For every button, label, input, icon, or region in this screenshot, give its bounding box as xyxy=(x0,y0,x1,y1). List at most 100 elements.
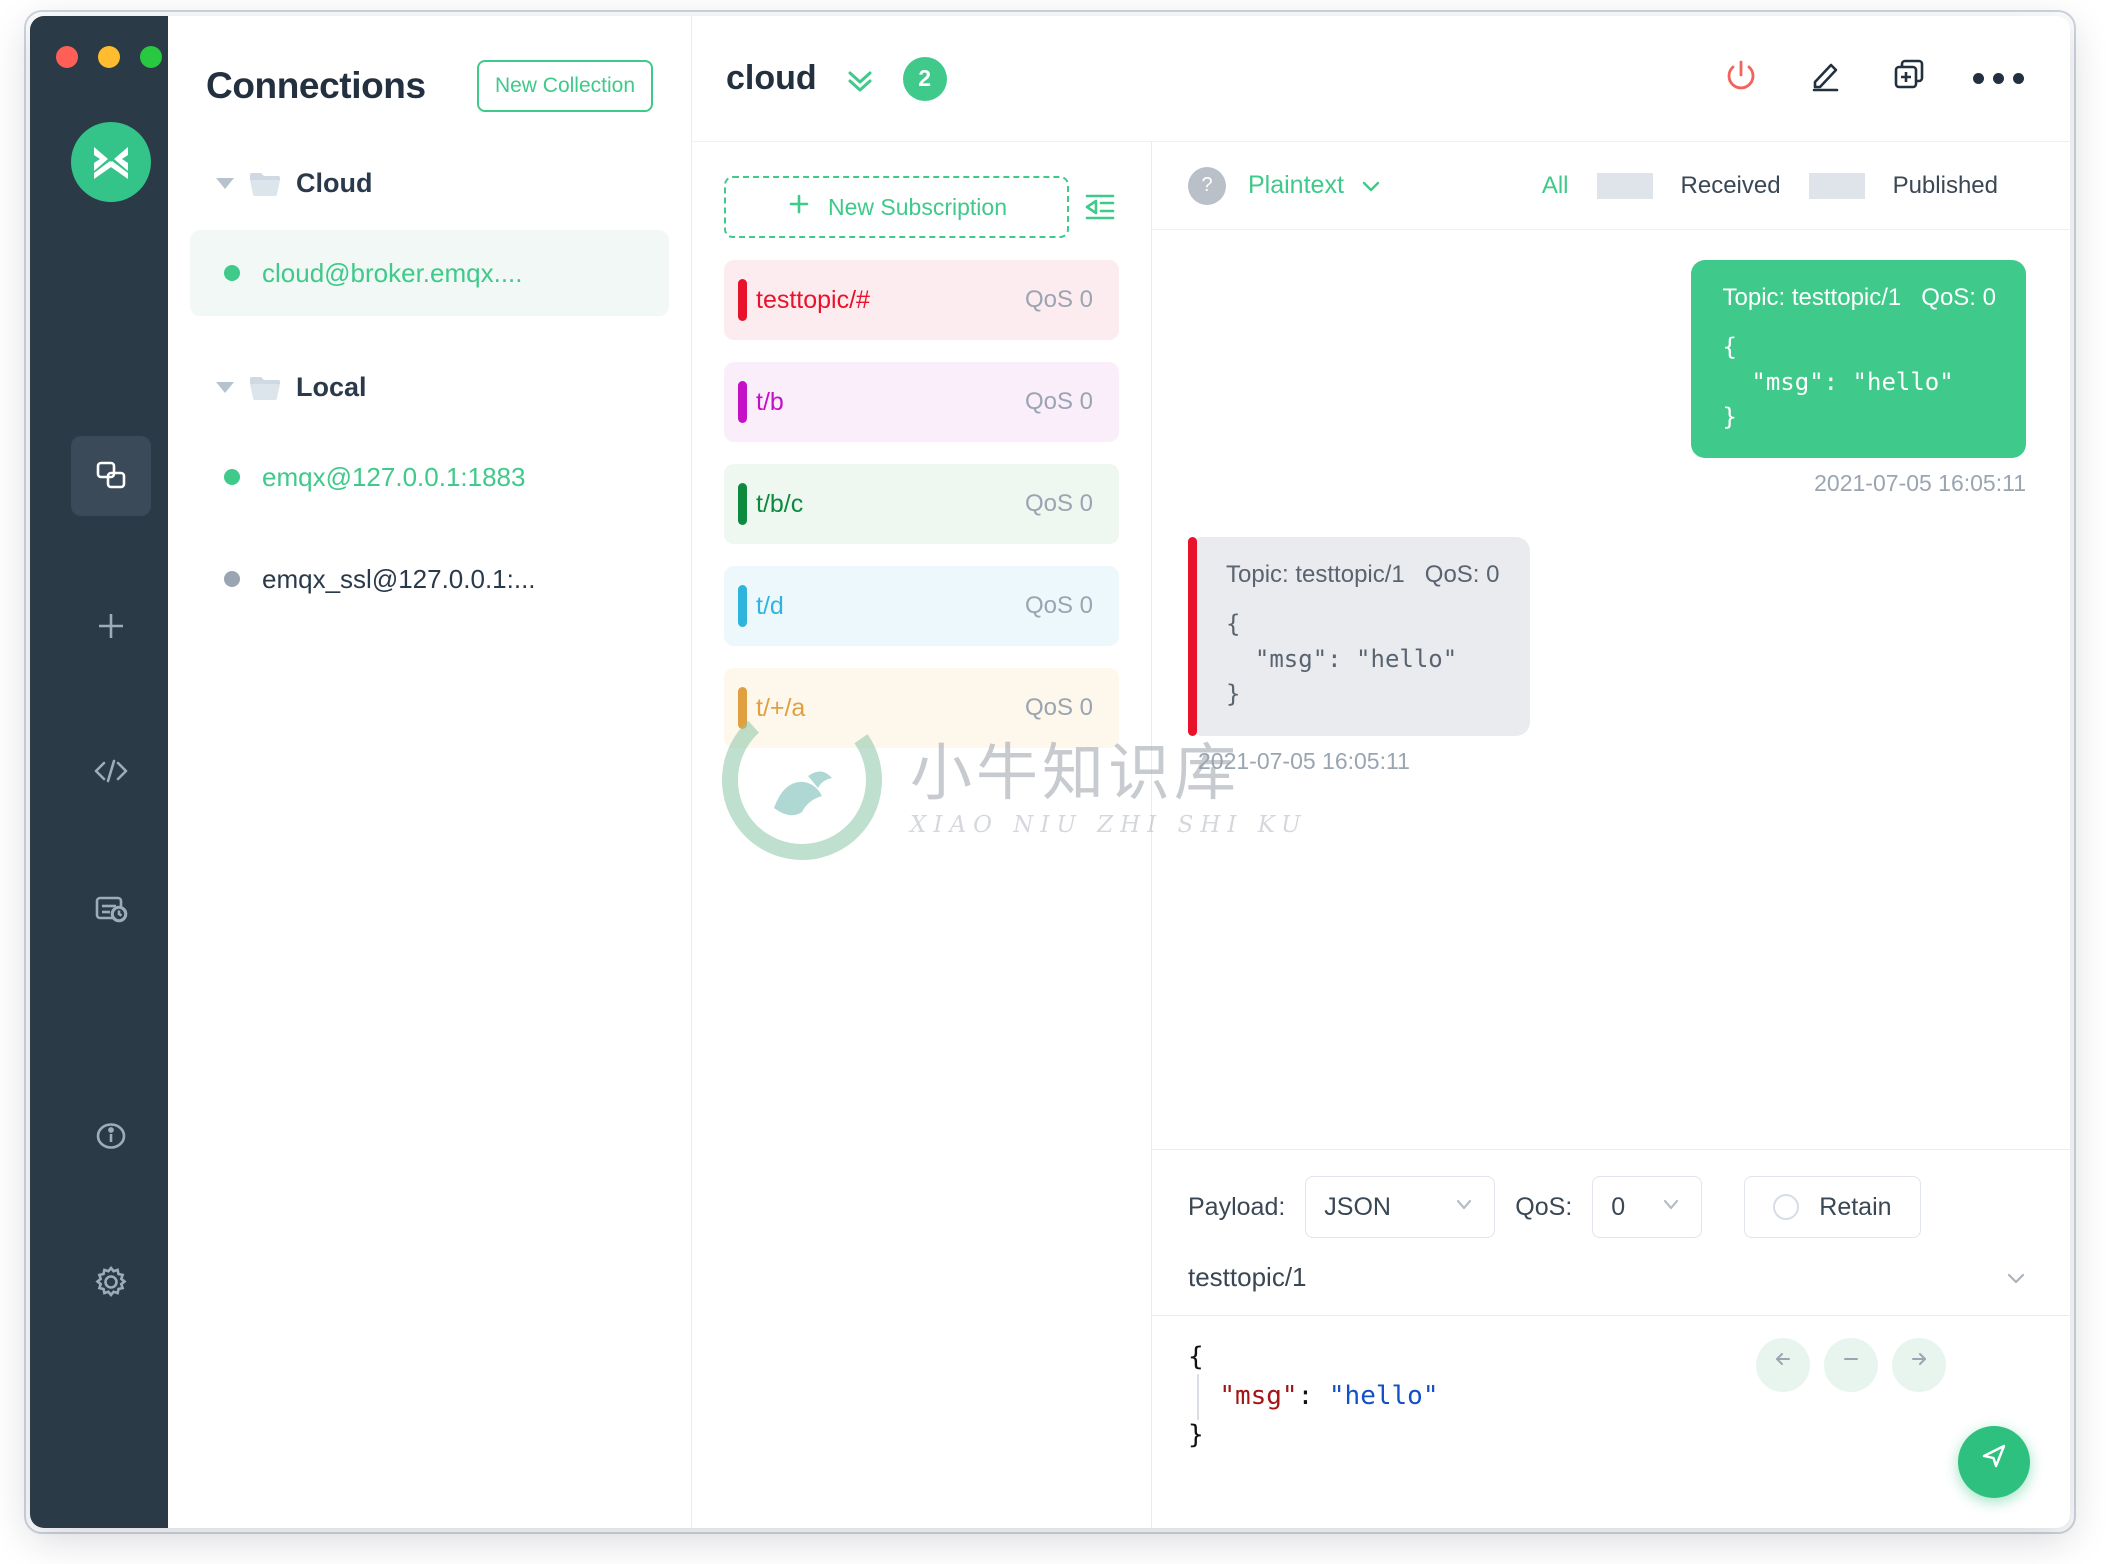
divider xyxy=(1808,172,1865,199)
subscription-topic: t/d xyxy=(756,591,784,620)
new-window-icon xyxy=(1889,56,1929,101)
editor-minus-icon xyxy=(1837,1345,1865,1385)
message-list[interactable]: Topic: testtopic/1 QoS: 0 { "msg": "hell… xyxy=(1152,230,2070,1149)
chevron-down-icon[interactable] xyxy=(1358,173,1384,199)
payload-label: Payload: xyxy=(1188,1192,1286,1221)
chevron-down-icon[interactable] xyxy=(216,177,234,189)
qos-value: 0 xyxy=(1611,1192,1626,1221)
filter-received[interactable]: Received xyxy=(1653,172,1809,200)
filter-all[interactable]: All xyxy=(1514,172,1597,200)
indent-guide xyxy=(1197,1374,1199,1420)
status-dot-connected-icon xyxy=(224,265,240,281)
sidebar-item-settings[interactable] xyxy=(71,1242,151,1322)
message-color-bar xyxy=(1188,537,1197,736)
folder-icon xyxy=(248,373,282,401)
subscription-item[interactable]: t/+/a QoS 0 xyxy=(724,668,1119,748)
new-collection-button[interactable]: New Collection xyxy=(476,60,653,112)
publish-topic-row[interactable]: testtopic/1 xyxy=(1152,1256,2070,1316)
message-timestamp: 2021-07-05 16:05:11 xyxy=(1814,470,2026,497)
connection-group-cloud[interactable]: Cloud xyxy=(168,152,691,214)
more-options-button[interactable] xyxy=(1973,73,2024,84)
qos-select[interactable]: 0 xyxy=(1592,1176,1703,1238)
collapse-left-icon[interactable] xyxy=(1081,188,1119,231)
content-row: New Subscription testtopic/# QoS 0 t/b Q… xyxy=(692,142,2070,1528)
mqttx-logo xyxy=(71,122,151,202)
close-window-button[interactable] xyxy=(56,46,78,68)
editor-json-key: "msg" xyxy=(1219,1381,1298,1411)
retain-checkbox[interactable]: Retain xyxy=(1744,1176,1921,1238)
subscription-color-bar xyxy=(738,687,747,729)
sidebar-item-new-connection[interactable] xyxy=(71,586,151,666)
retain-radio-icon xyxy=(1773,1194,1800,1220)
settings-gear-icon xyxy=(91,1262,131,1302)
app-window: Connections New Collection Cloud cloud@b… xyxy=(30,16,2070,1528)
filter-published[interactable]: Published xyxy=(1865,172,2026,200)
disconnect-button[interactable] xyxy=(1721,56,1761,101)
send-message-button[interactable] xyxy=(1958,1426,2030,1498)
editor-minus-button[interactable] xyxy=(1824,1338,1878,1392)
subscription-item[interactable]: t/b QoS 0 xyxy=(724,362,1119,442)
message-topic: Topic: testtopic/1 xyxy=(1722,284,1902,311)
page-title: Connections xyxy=(206,65,426,106)
status-dot-disconnected-icon xyxy=(224,571,240,587)
editor-colon: : xyxy=(1297,1381,1329,1411)
connection-item-cloud[interactable]: cloud@broker.emqx.... xyxy=(190,230,669,316)
subscription-qos: QoS 0 xyxy=(1024,490,1093,517)
new-subscription-label: New Subscription xyxy=(828,193,1007,220)
message-item-published: Topic: testtopic/1 QoS: 0 { "msg": "hell… xyxy=(1188,260,2026,497)
minimize-window-button[interactable] xyxy=(98,46,120,68)
plus-icon xyxy=(786,191,812,223)
messages-toolbar: ? Plaintext All Received Published xyxy=(1152,142,2070,230)
about-info-icon xyxy=(91,1116,131,1156)
chevron-down-icon[interactable] xyxy=(2002,1264,2030,1292)
folder-icon xyxy=(248,169,282,197)
qos-label: QoS: xyxy=(1515,1192,1573,1221)
message-filters: All Received Published xyxy=(1514,172,2026,200)
power-icon xyxy=(1721,56,1761,101)
chevron-double-down-icon[interactable] xyxy=(843,62,877,96)
message-bubble[interactable]: Topic: testtopic/1 QoS: 0 { "msg": "hell… xyxy=(1188,537,1530,736)
connection-name: cloud@broker.emqx.... xyxy=(262,257,523,288)
subscription-item[interactable]: t/b/c QoS 0 xyxy=(724,464,1119,544)
more-options-icon xyxy=(1973,73,2024,84)
chevron-down-icon xyxy=(1452,1192,1476,1223)
help-icon[interactable]: ? xyxy=(1188,166,1226,205)
editor-forward-button[interactable] xyxy=(1892,1338,1946,1392)
subscription-qos: QoS 0 xyxy=(1024,286,1093,313)
edit-connection-button[interactable] xyxy=(1805,56,1845,101)
publish-payload-editor[interactable]: { "msg": "hello" } xyxy=(1152,1316,2070,1528)
window-controls[interactable] xyxy=(56,46,162,68)
payload-format-value[interactable]: Plaintext xyxy=(1248,171,1344,200)
message-bubble[interactable]: Topic: testtopic/1 QoS: 0 { "msg": "hell… xyxy=(1690,260,2026,459)
subscriptions-header: New Subscription xyxy=(724,176,1119,238)
chevron-down-icon[interactable] xyxy=(216,381,234,393)
connections-icon xyxy=(91,456,131,496)
publish-topic-input[interactable]: testtopic/1 xyxy=(1188,1262,1307,1293)
subscription-item[interactable]: t/d QoS 0 xyxy=(724,566,1119,646)
connection-item-emqx-ssl[interactable]: emqx_ssl@127.0.0.1:... xyxy=(190,536,669,622)
sidebar-item-about[interactable] xyxy=(71,1096,151,1176)
payload-format-select[interactable]: JSON xyxy=(1305,1176,1496,1238)
editor-forward-icon xyxy=(1905,1345,1933,1385)
subscription-qos: QoS 0 xyxy=(1024,694,1093,721)
chevron-down-icon xyxy=(1659,1192,1683,1223)
sidebar-item-logs[interactable] xyxy=(71,868,151,948)
connection-item-emqx[interactable]: emqx@127.0.0.1:1883 xyxy=(190,434,669,520)
connection-name: emqx_ssl@127.0.0.1:... xyxy=(262,563,536,594)
new-window-button[interactable] xyxy=(1889,56,1929,101)
connection-title: cloud xyxy=(726,59,817,97)
subscription-color-bar xyxy=(738,381,747,423)
messages-panel: ? Plaintext All Received Published Topic… xyxy=(1152,142,2070,1528)
editor-brace-close: } xyxy=(1188,1420,1204,1450)
connection-group-local[interactable]: Local xyxy=(168,356,691,418)
sidebar-item-scripts[interactable] xyxy=(71,731,151,811)
subscription-topic: testtopic/# xyxy=(756,285,870,314)
message-meta: Topic: testtopic/1 QoS: 0 xyxy=(1723,284,1997,312)
subscription-item[interactable]: testtopic/# QoS 0 xyxy=(724,260,1119,340)
new-subscription-button[interactable]: New Subscription xyxy=(724,176,1069,238)
maximize-window-button[interactable] xyxy=(140,46,162,68)
subscription-color-bar xyxy=(738,483,747,525)
sidebar-item-connections[interactable] xyxy=(71,436,151,516)
subscription-topic: t/+/a xyxy=(756,693,806,722)
editor-back-button[interactable] xyxy=(1756,1338,1810,1392)
